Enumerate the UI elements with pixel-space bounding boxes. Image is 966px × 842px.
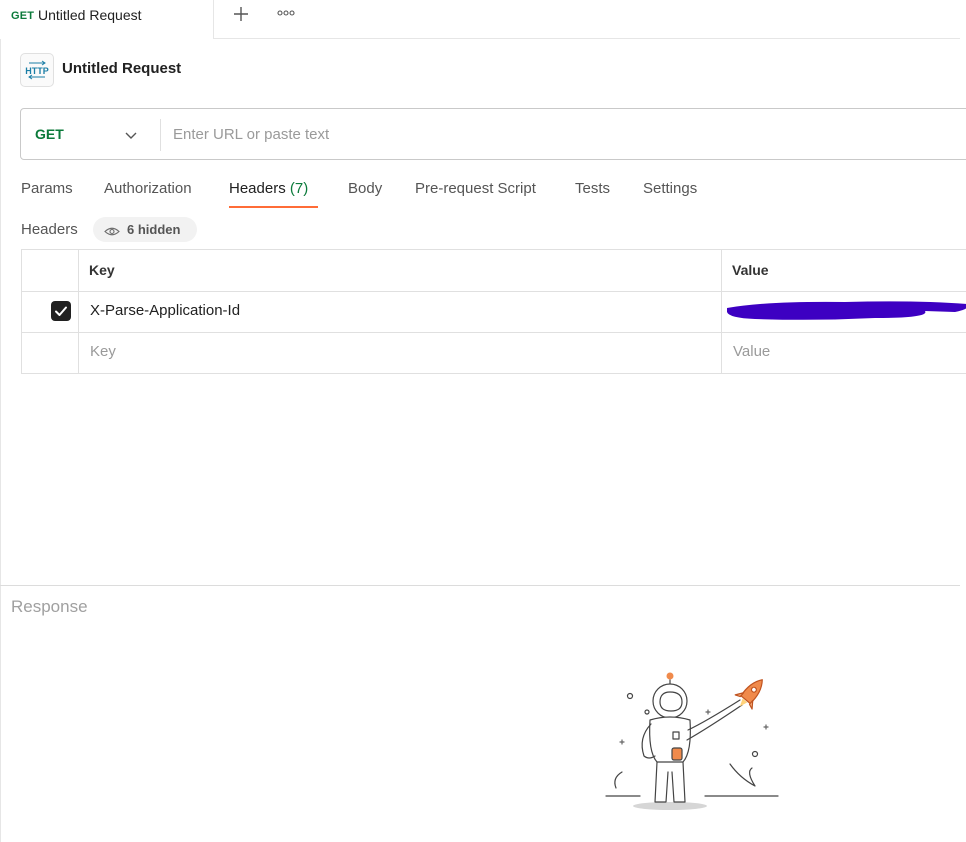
url-bar: GET <box>20 108 966 160</box>
tab-settings-label: Settings <box>643 180 698 197</box>
tab-tests-label: Tests <box>575 180 611 197</box>
tab-body-label: Body <box>348 180 383 197</box>
header-key-cell[interactable]: X-Parse-Application-Id <box>90 302 240 319</box>
tab-headers-count: (7) <box>289 180 309 197</box>
tab-strip: GET Untitled Request <box>0 0 966 39</box>
tab-settings[interactable]: Settings <box>643 180 697 197</box>
tab-headers[interactable]: Headers (7) <box>229 180 308 197</box>
method-label: GET <box>35 126 64 142</box>
active-tab-indicator <box>229 206 318 208</box>
header-value-redacted[interactable] <box>725 298 966 322</box>
headers-table: Key Value X-Parse-Application-Id Key Val… <box>21 249 966 374</box>
url-input[interactable] <box>173 121 953 147</box>
request-tab-method: GET <box>11 10 35 22</box>
request-tab[interactable]: GET Untitled Request <box>0 0 214 39</box>
table-border-bottom <box>21 373 966 374</box>
tab-pre-request-script[interactable]: Pre-request Script <box>415 180 536 197</box>
tab-strip-divider <box>214 38 960 39</box>
http-badge-text: HTTP <box>25 66 49 76</box>
pane-left-border <box>0 39 1 842</box>
request-tab-title: Untitled Request <box>38 7 142 23</box>
table-column-divider <box>78 249 79 374</box>
response-title: Response <box>11 597 88 616</box>
headers-section-title: Headers <box>21 221 78 238</box>
tab-headers-label: Headers <box>229 180 286 197</box>
table-row-divider <box>21 332 966 333</box>
tab-tests[interactable]: Tests <box>575 180 610 197</box>
plus-icon[interactable] <box>230 3 252 25</box>
new-header-value-input[interactable]: Value <box>733 343 770 360</box>
tab-authorization-label: Authorization <box>104 180 192 197</box>
http-icon: HTTP <box>20 53 54 87</box>
table-border-top <box>21 249 966 250</box>
header-enabled-checkbox[interactable] <box>51 301 71 321</box>
table-header-divider <box>21 291 966 292</box>
astronaut-rocket-illustration <box>600 668 786 814</box>
url-bar-separator <box>160 119 161 151</box>
tab-params-label: Params <box>21 180 73 197</box>
column-header-key: Key <box>89 262 115 278</box>
chevron-down-icon <box>124 128 138 139</box>
table-border-left <box>21 249 22 374</box>
request-name[interactable]: Untitled Request <box>62 60 181 77</box>
tab-pre-request-script-label: Pre-request Script <box>415 180 536 197</box>
method-select[interactable]: GET <box>21 109 160 159</box>
table-column-divider <box>721 249 722 374</box>
tab-body[interactable]: Body <box>348 180 382 197</box>
hidden-headers-toggle[interactable]: 6 hidden <box>93 217 197 242</box>
more-horizontal-icon[interactable] <box>276 6 298 20</box>
tab-authorization[interactable]: Authorization <box>104 180 192 197</box>
column-header-value: Value <box>732 262 769 278</box>
check-icon <box>55 306 67 316</box>
new-header-key-input[interactable]: Key <box>90 343 116 360</box>
hidden-headers-count: 6 hidden <box>127 222 181 237</box>
tab-params[interactable]: Params <box>21 180 73 197</box>
eye-icon <box>104 224 120 236</box>
response-pane-divider[interactable] <box>0 585 960 586</box>
